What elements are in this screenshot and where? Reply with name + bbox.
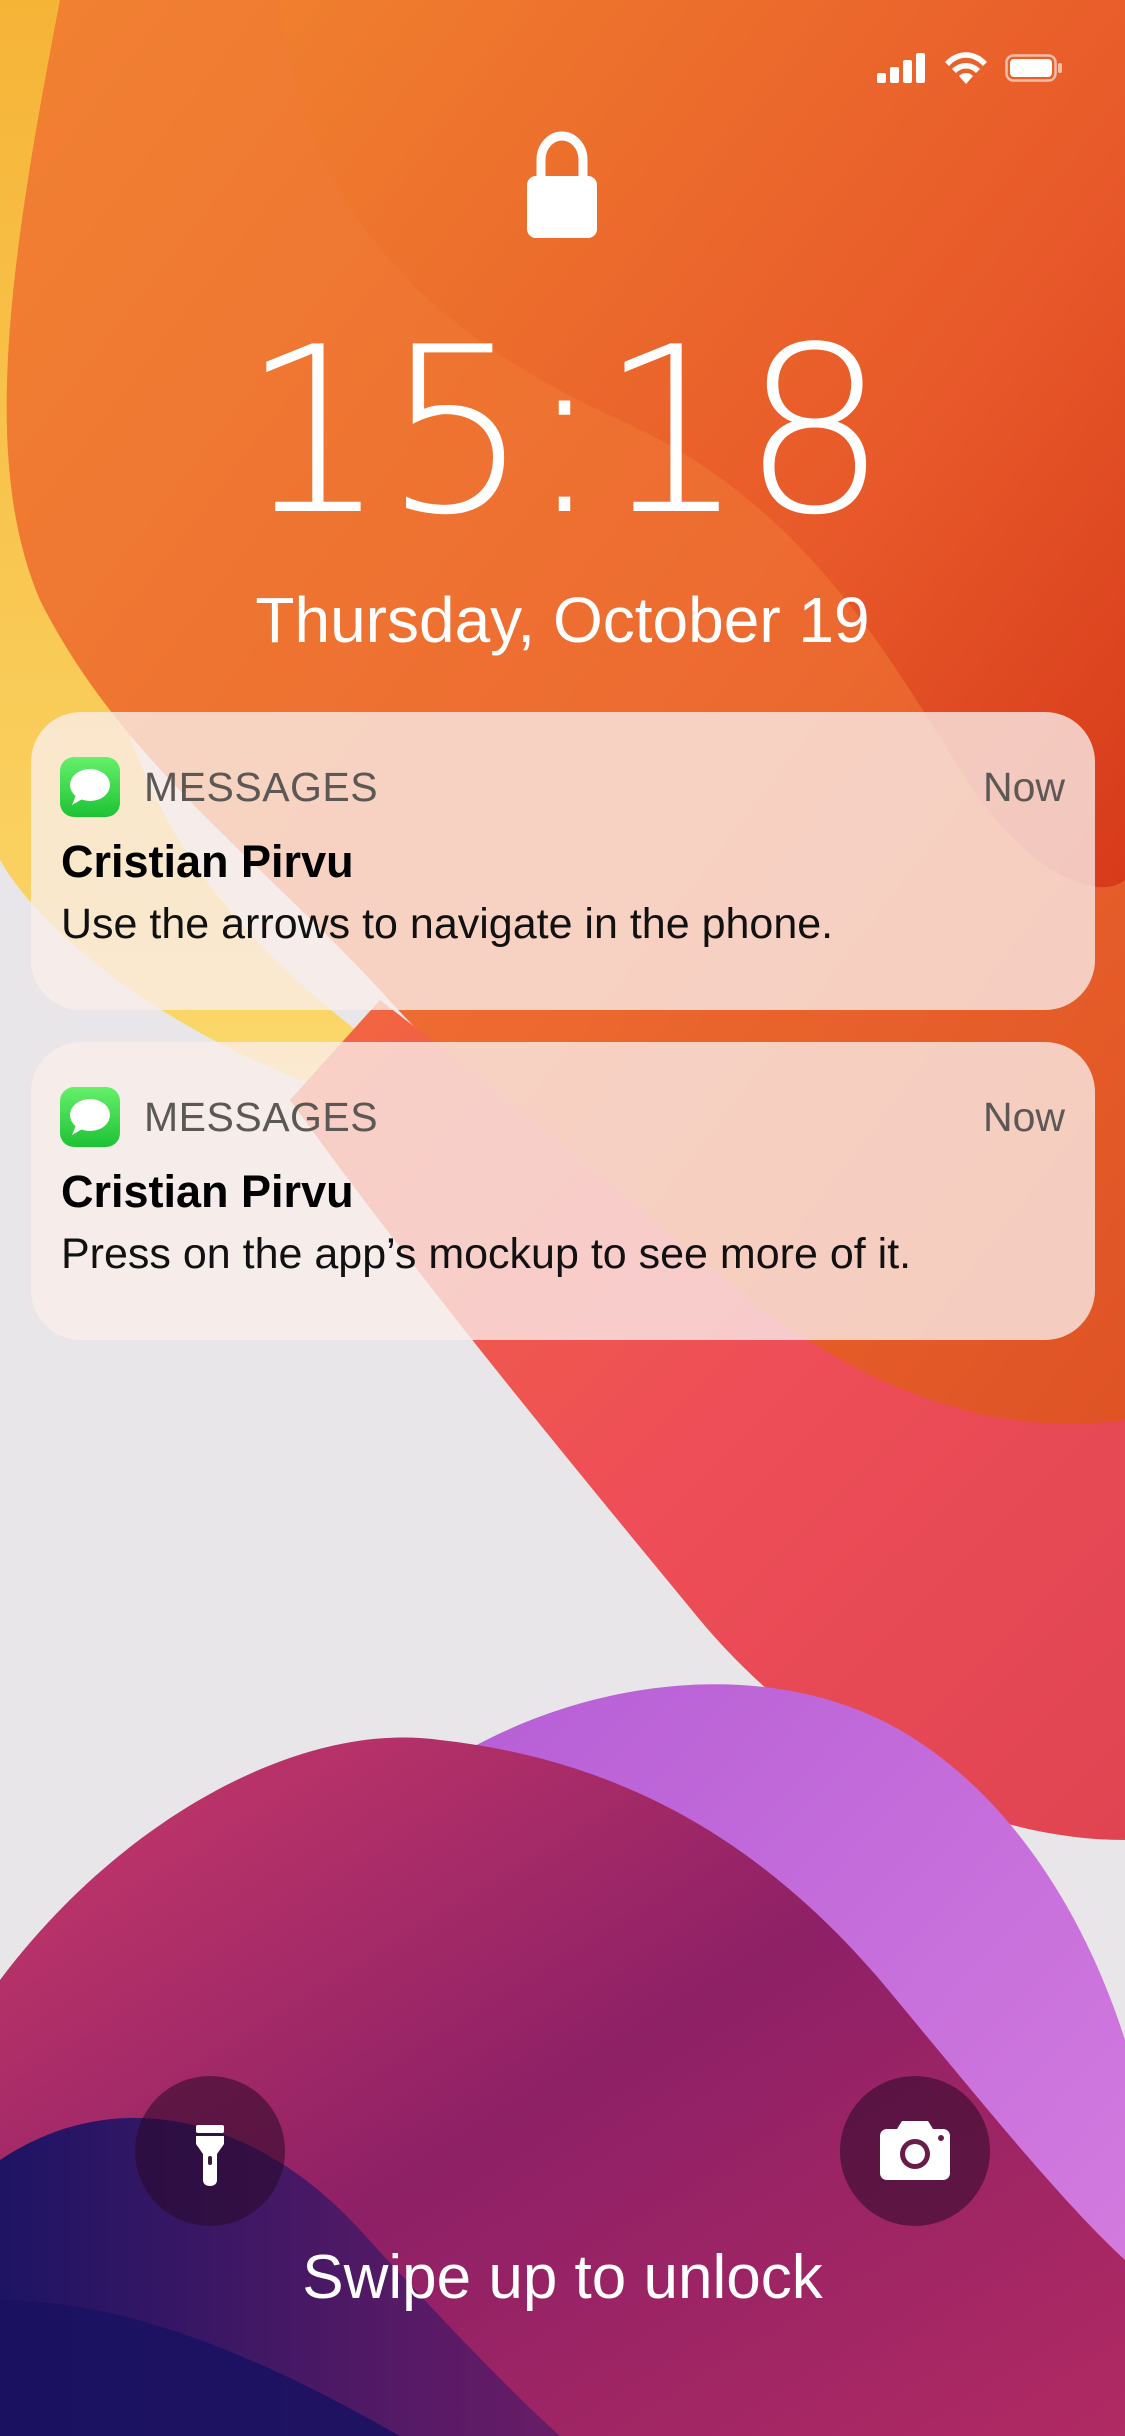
messages-app-icon: [60, 1087, 120, 1147]
cellular-signal-icon: [877, 53, 925, 83]
notification-app-name: MESSAGES: [144, 1094, 379, 1140]
flashlight-icon: [196, 2125, 224, 2186]
camera-button[interactable]: [840, 2076, 990, 2226]
notification-sender: Cristian Pirvu: [61, 836, 354, 887]
battery-icon: [1005, 54, 1062, 82]
swipe-up-hint: Swipe up to unlock: [302, 2243, 823, 2312]
messages-app-icon: [60, 757, 120, 817]
notification-card[interactable]: MESSAGES Now Cristian Pirvu Press on the…: [31, 1042, 1095, 1340]
notification-app-name: MESSAGES: [144, 764, 379, 810]
notification-card[interactable]: MESSAGES Now Cristian Pirvu Use the arro…: [31, 712, 1095, 1010]
lock-screen: 15:18 Thursday, October 19 MESSAGES Now …: [0, 0, 1125, 2436]
notification-body: Use the arrows to navigate in the phone.: [61, 900, 834, 948]
lock-time: 15:18: [241, 299, 888, 566]
flashlight-button[interactable]: [135, 2076, 285, 2226]
notification-time: Now: [982, 764, 1065, 810]
status-bar: [877, 52, 1063, 84]
notification-time: Now: [982, 1094, 1065, 1140]
lock-icon: [527, 131, 597, 238]
camera-icon: [880, 2121, 950, 2180]
notification-body: Press on the app’s mockup to see more of…: [61, 1230, 912, 1278]
wifi-icon: [945, 52, 987, 84]
lock-date: Thursday, October 19: [255, 584, 870, 656]
notification-sender: Cristian Pirvu: [61, 1166, 354, 1217]
